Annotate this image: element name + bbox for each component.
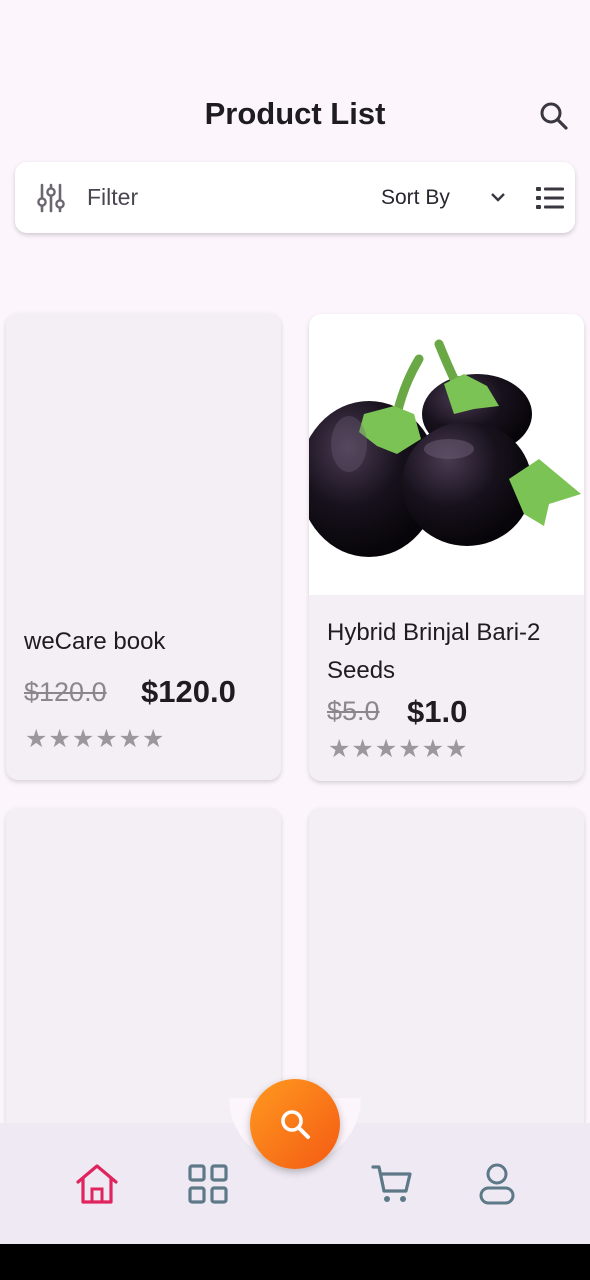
search-button[interactable] [534,96,574,136]
filter-label: Filter [87,184,139,210]
chevron-down-icon [491,193,505,202]
cart-icon [371,1165,412,1202]
search-icon [281,1110,310,1139]
sliders-icon [37,183,65,212]
app-header: Product List [0,0,590,150]
page-title: Product List [204,96,386,131]
sort-label: Sort By [381,185,450,209]
rating-stars: ★★★★★★ [328,735,469,763]
system-navigation-bar [0,1244,590,1280]
product-name: weCare book [24,628,166,655]
filter-sort-bar: Filter Sort By [15,162,575,233]
nav-cart[interactable] [367,1159,417,1209]
product-card[interactable]: weCare book $120.0 $120.0 ★★★★★★ [6,313,281,780]
product-image [309,314,584,595]
product-card[interactable]: Hybrid Brinjal Bari-2 Seeds $5.0 $1.0 ★★… [309,314,584,781]
nav-categories[interactable] [183,1159,233,1209]
nav-home[interactable] [72,1159,122,1209]
product-original-price: $5.0 [327,696,380,726]
home-icon [76,1164,118,1204]
nav-profile[interactable] [472,1159,522,1209]
sort-dropdown[interactable]: Sort By [381,162,529,233]
rating-stars: ★★★★★★ [25,725,166,753]
product-price: $1.0 [407,694,468,729]
profile-icon [479,1163,515,1205]
product-price: $120.0 [141,674,236,709]
list-view-button[interactable] [535,184,565,212]
filter-button[interactable]: Filter [37,162,187,233]
grid-icon [188,1164,228,1204]
search-fab[interactable] [250,1079,340,1169]
product-name: Hybrid Brinjal Bari-2 Seeds [327,619,541,684]
product-original-price: $120.0 [24,677,107,707]
search-icon [540,102,568,130]
eggplant-image [309,339,581,557]
list-icon [536,187,564,209]
